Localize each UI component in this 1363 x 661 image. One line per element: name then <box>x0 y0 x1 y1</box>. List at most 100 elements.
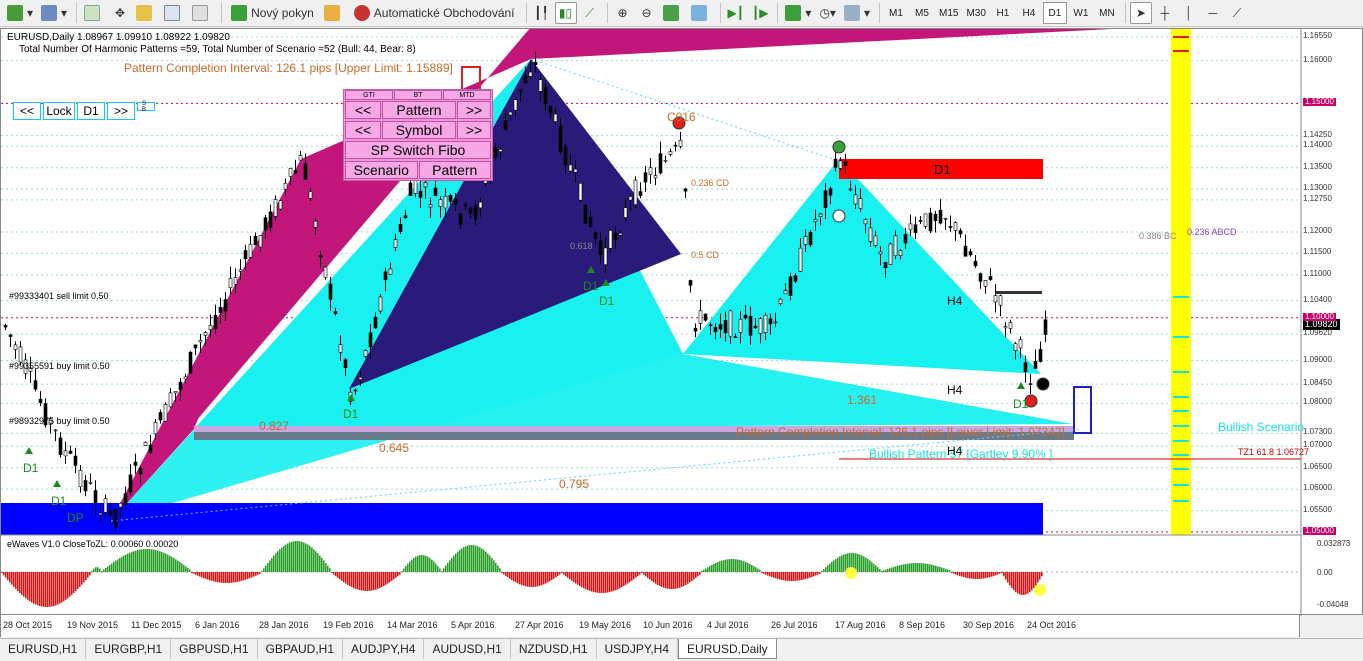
chart-tab[interactable]: USDJPY,H4 <box>597 639 678 659</box>
chart-tab[interactable]: EURGBP,H1 <box>86 639 172 659</box>
sp-switch-fibo-button[interactable]: SP Switch Fibo <box>345 141 491 159</box>
indicator-bar <box>801 572 803 580</box>
candle-body <box>1038 349 1043 362</box>
timeframe-h1[interactable]: H1 <box>991 2 1015 24</box>
chart-tab[interactable]: NZDUSD,H1 <box>511 639 597 659</box>
line-chart-icon[interactable]: ⟋ <box>579 2 601 24</box>
folder-icon[interactable] <box>133 2 159 24</box>
indicator-bar <box>613 572 615 591</box>
indicator-bar <box>291 541 293 572</box>
indicator-bar <box>433 561 435 572</box>
indicator-bar <box>435 563 437 572</box>
horizontal-line-icon[interactable]: ─ <box>1202 2 1224 24</box>
terminal-icon[interactable] <box>161 2 187 24</box>
chart-shift-icon[interactable] <box>688 2 714 24</box>
timeframe-m15[interactable]: M15 <box>936 2 961 24</box>
indicator-bar <box>321 557 323 572</box>
pattern-next-button[interactable]: >> <box>457 101 491 119</box>
indicator-bar <box>653 572 655 583</box>
auto-trading-button[interactable]: Automatické Obchodování <box>349 2 520 24</box>
indicator-bar <box>601 572 603 593</box>
indicator-bar <box>869 560 871 572</box>
indicator-bar <box>87 572 89 578</box>
gti-button[interactable]: GTI <box>345 90 393 100</box>
timeframe-m30[interactable]: M30 <box>963 2 988 24</box>
zoom-in-icon[interactable]: ⊕ <box>612 2 634 24</box>
pattern-prev-button[interactable]: << <box>345 101 381 119</box>
candle-body <box>428 204 433 208</box>
indicator-bar <box>993 572 995 576</box>
indicator-bar <box>365 572 367 591</box>
indicators-icon[interactable]: ▾ <box>782 2 814 24</box>
indicator-bar <box>637 572 639 577</box>
symbol-next-button[interactable]: >> <box>457 121 491 139</box>
main-chart[interactable]: EURUSD,Daily 1.08967 1.09910 1.08922 1.0… <box>0 28 1363 616</box>
chart-tab[interactable]: EURUSD,Daily <box>678 639 777 659</box>
chart-tab[interactable]: GBPAUD,H1 <box>258 639 343 659</box>
indicator-bar <box>217 572 219 583</box>
shift-end-icon[interactable]: ┃▶ <box>749 2 771 24</box>
timeframe-w1[interactable]: W1 <box>1069 2 1093 24</box>
trendline-icon[interactable]: ⟋ <box>1226 2 1248 24</box>
indicator-bar <box>295 541 297 572</box>
candle-body <box>163 404 168 422</box>
indicator-bar <box>745 562 747 572</box>
candle-body <box>783 290 788 295</box>
completion-top-label: Pattern Completion Interval: 126.1 pips … <box>124 61 453 75</box>
chart-tab[interactable]: EURUSD,H1 <box>0 639 87 659</box>
indicator-bar <box>787 572 789 581</box>
meta-editor-icon[interactable] <box>321 2 347 24</box>
indicator-bar <box>885 569 887 572</box>
crosshair-icon[interactable]: ┼ <box>1154 2 1176 24</box>
new-order-button[interactable]: Nový pokyn <box>226 2 319 24</box>
bar-chart-icon[interactable]: ┃╿ <box>531 2 553 24</box>
tester-icon[interactable] <box>189 2 215 24</box>
candles-icon[interactable]: ▮▯ <box>554 2 577 24</box>
crosshair-nav-icon[interactable]: ✥ <box>109 2 131 24</box>
candle-body <box>368 332 373 348</box>
pattern-label-button[interactable]: Pattern <box>382 101 456 119</box>
tile-windows-icon[interactable] <box>660 2 686 24</box>
fib-0236cd: 0.236 CD <box>691 178 730 188</box>
vertical-line-icon[interactable]: │ <box>1178 2 1200 24</box>
indicator-bar <box>929 564 931 572</box>
chart-tab[interactable]: AUDJPY,H4 <box>343 639 425 659</box>
templates-icon[interactable]: ▾ <box>841 2 873 24</box>
nav-prev-button[interactable]: << <box>13 102 41 120</box>
nav-next-button[interactable]: >> <box>107 102 135 120</box>
new-chart-icon[interactable]: ▾ <box>4 2 36 24</box>
mtd-button[interactable]: MTD <box>443 90 491 100</box>
indicator-bar <box>489 555 491 572</box>
indicator-bar <box>437 566 439 572</box>
symbol-prev-button[interactable]: << <box>345 121 381 139</box>
nav-lock-button[interactable]: Lock <box>43 102 75 120</box>
cursor-icon[interactable]: ➤ <box>1129 2 1152 24</box>
timeframe-m1[interactable]: M1 <box>884 2 908 24</box>
pattern-mode-button[interactable]: Pattern <box>418 161 491 179</box>
autoscroll-icon[interactable]: ▶┃ <box>725 2 747 24</box>
periods-clock-icon[interactable]: ◷▾ <box>816 2 839 24</box>
timeframe-d1[interactable]: D1 <box>1042 2 1067 24</box>
candle-body <box>218 307 223 313</box>
timeframe-mn[interactable]: MN <box>1095 2 1119 24</box>
nav-sb-button[interactable]: S B <box>137 101 155 113</box>
indicator-bar <box>595 572 597 593</box>
panel-symbol-row: << Symbol >> <box>344 120 492 140</box>
nav-timeframe-button[interactable]: D1 <box>77 102 105 120</box>
symbol-label-button[interactable]: Symbol <box>382 121 456 139</box>
indicator-bar <box>125 554 127 572</box>
indicator-bar <box>391 572 393 581</box>
timeframe-m5[interactable]: M5 <box>910 2 934 24</box>
pattern-cyan-right <box>683 159 1041 374</box>
bt-button[interactable]: BT <box>394 90 442 100</box>
chart-tab[interactable]: AUDUSD,H1 <box>424 639 511 659</box>
zoom-out-icon[interactable]: ⊖ <box>636 2 658 24</box>
chart-tab[interactable]: GBPUSD,H1 <box>171 639 258 659</box>
timeframe-h4[interactable]: H4 <box>1017 2 1041 24</box>
profiles-icon[interactable]: ▾ <box>38 2 70 24</box>
scenario-button[interactable]: Scenario <box>345 161 418 179</box>
indicator-bar <box>49 572 51 607</box>
indicator-bar <box>47 572 49 607</box>
market-watch-icon[interactable] <box>81 2 107 24</box>
candle-body <box>148 444 153 454</box>
